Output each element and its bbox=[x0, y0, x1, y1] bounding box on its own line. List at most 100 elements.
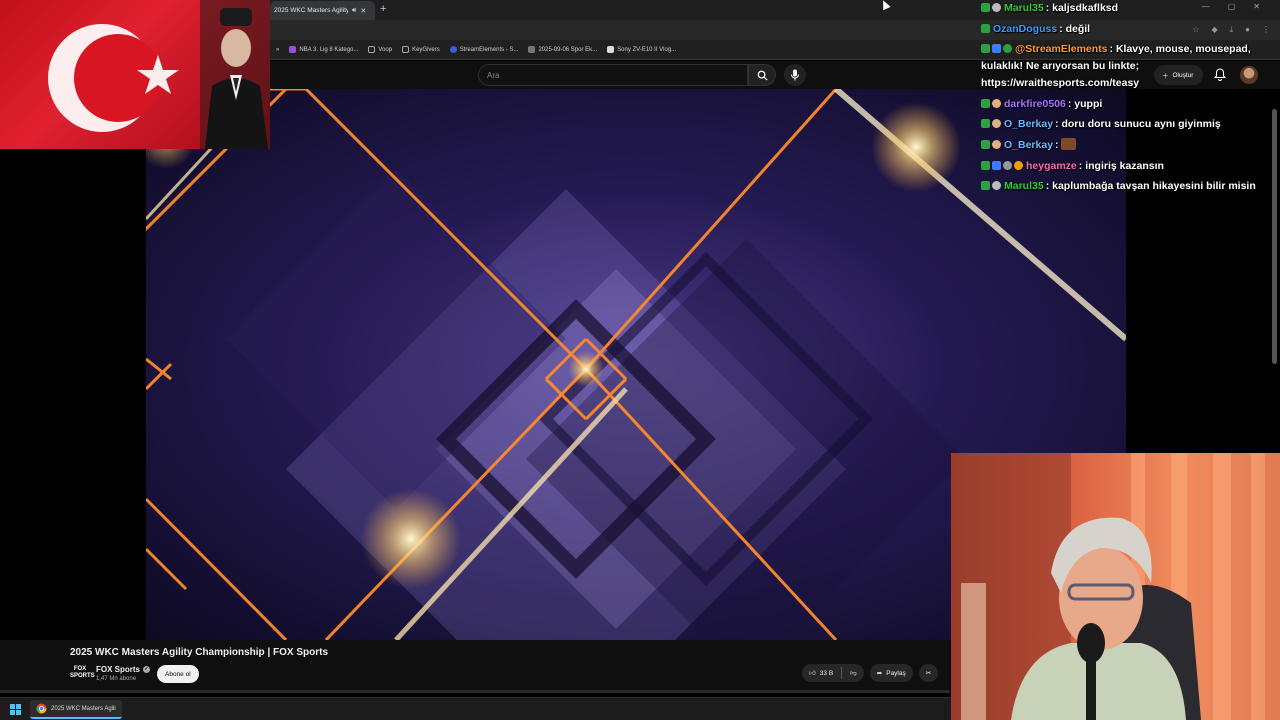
chrome-icon bbox=[36, 703, 47, 714]
bot-badge-icon bbox=[992, 44, 1001, 54]
taskbar-app-browser[interactable]: 2025 WKC Masters Agili bbox=[30, 700, 122, 719]
chat-text: : değil bbox=[1059, 22, 1091, 35]
video-info: 2025 WKC Masters Agility Championship | … bbox=[0, 640, 950, 690]
taskbar-app-label: 2025 WKC Masters Agili bbox=[51, 705, 116, 712]
bits-badge-icon bbox=[1014, 160, 1023, 170]
chat-emote-icon bbox=[1061, 137, 1077, 150]
sub-badge-icon bbox=[992, 98, 1001, 108]
bookmark-folder[interactable]: KeyGivers bbox=[402, 46, 440, 53]
moderator-badge-icon bbox=[981, 160, 990, 170]
moderator-badge-icon bbox=[981, 44, 990, 54]
chat-badges bbox=[981, 181, 1001, 191]
subscribe-button[interactable]: Abone ol bbox=[157, 665, 199, 683]
folder-icon bbox=[368, 46, 376, 53]
streamer-webcam bbox=[951, 453, 1280, 720]
chat-text: : doru doru sunucu aynı giyinmiş bbox=[1055, 118, 1221, 131]
chat-username: O_Berkay bbox=[1004, 118, 1054, 131]
chat-overlay: Marul35: kaljsdkaflksd OzanDoguss: değil… bbox=[981, 0, 1277, 199]
verified-badge-icon bbox=[1003, 44, 1012, 54]
chat-username: Marul35 bbox=[1004, 2, 1044, 14]
chat-message: Marul35: kaplumbağa tavşan hikayesini bi… bbox=[981, 178, 1277, 195]
voice-search-button[interactable] bbox=[784, 64, 806, 86]
chat-message: heygamze: ingiriş kazansın bbox=[981, 158, 1277, 175]
chat-badges bbox=[981, 139, 1001, 149]
bookmark-item[interactable]: NBA 3. Lig 8 Katego... bbox=[289, 46, 358, 53]
chat-username: OzanDoguss bbox=[993, 22, 1058, 35]
webcam-feed-image bbox=[951, 453, 1265, 720]
thumbs-up-icon[interactable]: 👍︎ bbox=[809, 669, 816, 677]
chat-username: darkfire0506 bbox=[1004, 97, 1066, 110]
chat-message: O_Berkay: bbox=[981, 137, 1277, 154]
emote-badge-icon bbox=[992, 3, 1001, 12]
moderator-badge-icon bbox=[981, 181, 990, 191]
chat-username: @StreamElements bbox=[1015, 43, 1108, 56]
channel-logo[interactable]: FOX SPORTS bbox=[70, 666, 95, 680]
chat-message: Marul35: kaljsdkaflksd bbox=[981, 0, 1277, 17]
bookmark-folder[interactable]: Voop bbox=[368, 46, 392, 53]
moderator-badge-icon bbox=[981, 119, 990, 129]
chat-badges bbox=[981, 23, 990, 33]
video-title: 2025 WKC Masters Agility Championship | … bbox=[70, 647, 329, 658]
page-progress-strip bbox=[0, 690, 950, 693]
bookmark-favicon bbox=[289, 46, 297, 53]
bookmark-item[interactable]: Sony ZV-E10 II Vlog... bbox=[607, 46, 676, 53]
like-count[interactable]: 33 B bbox=[820, 670, 833, 677]
chat-message: @StreamElements: Klavye, mouse, mousepad… bbox=[981, 41, 1277, 92]
bookmark-item[interactable]: 2025-09-06 Spor Ek... bbox=[528, 46, 597, 53]
like-dislike-group: 👍︎ 33 B 👎︎ bbox=[802, 664, 864, 682]
sub-badge-icon bbox=[992, 119, 1001, 129]
microphone-icon bbox=[791, 69, 799, 81]
divider bbox=[841, 667, 843, 679]
gift-badge-icon bbox=[1003, 160, 1012, 170]
thumbs-down-icon[interactable]: 👎︎ bbox=[850, 669, 857, 677]
close-tab-icon[interactable]: ✕ bbox=[360, 7, 366, 15]
chat-username: heygamze bbox=[1026, 159, 1077, 172]
chat-text: : kaplumbağa tavşan hikayesini bilir mis… bbox=[1045, 180, 1256, 193]
chat-badges bbox=[981, 44, 1012, 54]
chat-text: : yuppi bbox=[1067, 97, 1103, 110]
share-button[interactable]: ➦ Paylaş bbox=[869, 664, 913, 682]
bookmarks-overflow-icon[interactable]: » bbox=[276, 47, 279, 53]
moderator-badge-icon bbox=[981, 139, 990, 149]
chat-message: darkfire0506: yuppi bbox=[981, 96, 1277, 113]
browser-tab[interactable]: 2025 WKC Masters Agility 🔊︎ ✕ bbox=[270, 1, 375, 20]
search-icon bbox=[757, 70, 768, 81]
chat-username: O_Berkay bbox=[1004, 138, 1054, 151]
new-tab-button[interactable]: + bbox=[380, 3, 386, 15]
chat-badges bbox=[981, 119, 1001, 129]
verified-check-icon: ✓ bbox=[143, 666, 151, 674]
subscriber-count: 1,47 Mn abone bbox=[96, 676, 137, 682]
channel-name[interactable]: FOX Sports ✓ bbox=[96, 665, 151, 674]
chat-badges bbox=[981, 3, 1001, 12]
chat-username: Marul35 bbox=[1004, 180, 1044, 193]
windows-start-icon[interactable] bbox=[10, 704, 21, 715]
clip-button[interactable]: ✂ bbox=[918, 664, 939, 682]
tab-title: 2025 WKC Masters Agility bbox=[274, 7, 348, 14]
scissors-icon: ✂ bbox=[925, 670, 932, 677]
bookmark-favicon bbox=[607, 46, 615, 53]
moderator-badge-icon bbox=[981, 23, 990, 33]
chat-badges bbox=[981, 160, 1023, 170]
bookmark-favicon bbox=[449, 46, 457, 53]
chat-message: OzanDoguss: değil bbox=[981, 21, 1277, 38]
moderator-badge-icon bbox=[981, 3, 990, 12]
speaker-icon[interactable]: 🔊︎ bbox=[352, 7, 356, 15]
chat-message: O_Berkay: doru doru sunucu aynı giyinmiş bbox=[981, 116, 1277, 133]
turkish-flag-image bbox=[48, 0, 270, 149]
share-arrow-icon: ➦ bbox=[876, 670, 883, 677]
chat-text: : bbox=[1055, 138, 1059, 151]
video-actions: 👍︎ 33 B 👎︎ ➦ Paylaş ✂ bbox=[802, 664, 939, 682]
moderator-badge-icon bbox=[981, 98, 990, 108]
sub-badge-icon bbox=[992, 139, 1001, 149]
chat-text: : kaljsdkaflksd bbox=[1045, 2, 1119, 14]
chat-badges bbox=[981, 98, 1001, 108]
emote-badge-icon bbox=[992, 181, 1001, 191]
folder-icon bbox=[402, 46, 410, 53]
search-input[interactable]: Ara bbox=[478, 64, 748, 86]
bot-badge-icon bbox=[992, 160, 1001, 170]
chat-text: : ingiriş kazansın bbox=[1078, 159, 1164, 172]
flag-overlay bbox=[0, 0, 270, 149]
search-button[interactable] bbox=[748, 64, 776, 86]
bookmark-favicon bbox=[528, 46, 536, 53]
bookmark-item[interactable]: StreamElements - S... bbox=[449, 46, 518, 53]
